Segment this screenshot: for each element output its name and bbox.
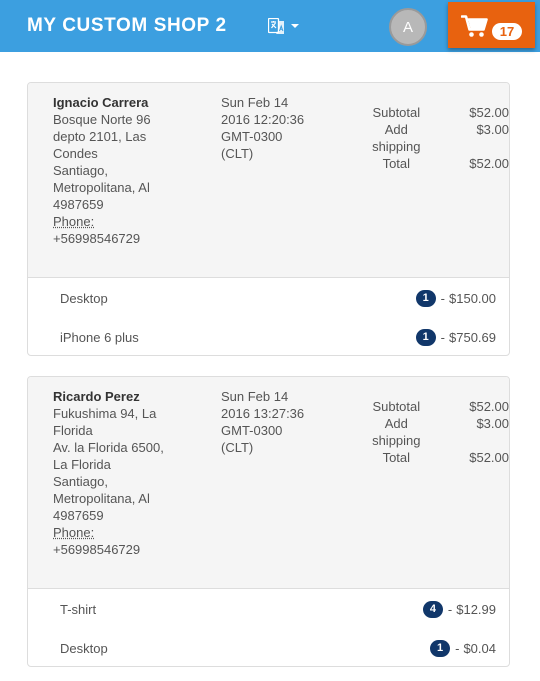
item-price: $0.04	[463, 641, 496, 656]
order-item: iPhone 6 plus 1 - $750.69	[28, 317, 509, 355]
user-avatar[interactable]: A	[389, 8, 427, 46]
total-value: $52.00	[469, 156, 509, 171]
item-price-group: 4 - $12.99	[422, 601, 496, 618]
date-line: GMT-0300	[221, 423, 283, 438]
address-line: Fukushima 94, La	[53, 406, 157, 421]
address-line: 4987659	[53, 508, 104, 523]
address-line: Metropolitana, Al	[53, 180, 150, 195]
phone-number: +56998546729	[53, 542, 141, 557]
date-line: GMT-0300	[221, 129, 283, 144]
order-item: T-shirt 4 - $12.99	[28, 589, 509, 628]
order-summary: Ricardo Perez Fukushima 94, La Florida A…	[28, 377, 509, 589]
address-line: 4987659	[53, 197, 104, 212]
quantity-badge: 4	[422, 601, 443, 618]
customer-address: Bosque Norte 96 depto 2101, Las Condes S…	[53, 111, 183, 247]
item-name: iPhone 6 plus	[60, 330, 139, 345]
total-row: Total $52.00	[368, 449, 509, 466]
shipping-row: Add shipping $3.00	[368, 415, 509, 449]
order-item: Desktop 1 - $150.00	[28, 278, 509, 317]
address-line: Santiago,	[53, 474, 108, 489]
order-date: Sun Feb 14 2016 13:27:36 GMT-0300 (CLT)	[221, 388, 331, 456]
order-date: Sun Feb 14 2016 12:20:36 GMT-0300 (CLT)	[221, 94, 331, 162]
total-row: Total $52.00	[368, 155, 509, 172]
quantity-badge: 1	[415, 290, 436, 307]
address-line: Florida	[53, 423, 93, 438]
total-value: $52.00	[469, 450, 509, 465]
order-item: Desktop 1 - $0.04	[28, 628, 509, 666]
quantity-badge: 1	[415, 329, 436, 346]
customer-name: Ignacio Carrera	[53, 95, 149, 110]
item-separator: -	[455, 641, 460, 656]
order-totals: Subtotal $52.00 Add shipping $3.00 Total…	[368, 104, 509, 172]
phone-label: Phone:	[53, 525, 95, 540]
subtotal-row: Subtotal $52.00	[368, 398, 509, 415]
date-line: Sun Feb 14	[221, 389, 289, 404]
item-price-group: 1 - $0.04	[430, 640, 496, 657]
subtotal-value: $52.00	[469, 105, 509, 120]
address-line: Condes	[53, 146, 98, 161]
shipping-label: Add shipping	[372, 122, 421, 154]
language-selector[interactable]	[268, 16, 299, 36]
item-price: $12.99	[456, 602, 496, 617]
chevron-down-icon	[291, 24, 299, 28]
phone-label: Phone:	[53, 214, 95, 229]
item-price: $750.69	[449, 330, 496, 345]
cart-button[interactable]: 17	[448, 2, 535, 48]
item-name: T-shirt	[60, 602, 97, 617]
item-name: Desktop	[60, 641, 108, 656]
address-line: Metropolitana, Al	[53, 491, 150, 506]
address-line: La Florida	[53, 457, 111, 472]
order-summary: Ignacio Carrera Bosque Norte 96 depto 21…	[28, 83, 509, 278]
language-icon	[268, 17, 284, 34]
date-line: Sun Feb 14	[221, 95, 289, 110]
cart-count-badge: 17	[492, 23, 522, 40]
item-separator: -	[447, 602, 453, 617]
order-totals: Subtotal $52.00 Add shipping $3.00 Total…	[368, 398, 509, 466]
shipping-value: $3.00	[476, 122, 509, 137]
total-label: Total	[382, 450, 411, 465]
subtotal-label: Subtotal	[372, 105, 421, 120]
item-separator: -	[440, 330, 445, 345]
shipping-label: Add shipping	[372, 416, 421, 448]
item-price-group: 1 - $750.69	[415, 329, 496, 346]
shipping-value: $3.00	[476, 416, 509, 431]
item-price: $150.00	[449, 291, 496, 306]
avatar-initial: A	[402, 18, 413, 36]
customer-address: Fukushima 94, La Florida Av. la Florida …	[53, 405, 183, 558]
subtotal-value: $52.00	[469, 399, 509, 414]
date-line: (CLT)	[221, 146, 254, 161]
address-line: Av. la Florida 6500,	[53, 440, 164, 455]
shop-title[interactable]: MY CUSTOM SHOP 2	[27, 15, 227, 37]
customer-name: Ricardo Perez	[53, 389, 140, 404]
date-line: 2016 13:27:36	[221, 406, 305, 421]
subtotal-label: Subtotal	[372, 399, 421, 414]
top-navbar: MY CUSTOM SHOP 2 A 17	[0, 0, 540, 52]
address-line: depto 2101, Las	[53, 129, 147, 144]
item-name: Desktop	[60, 291, 108, 306]
item-separator: -	[440, 291, 445, 306]
shipping-row: Add shipping $3.00	[368, 121, 509, 155]
shopping-cart-icon	[461, 15, 488, 37]
date-line: 2016 12:20:36	[221, 112, 305, 127]
address-line: Santiago,	[53, 163, 108, 178]
item-price-group: 1 - $150.00	[415, 290, 496, 307]
date-line: (CLT)	[221, 440, 254, 455]
order-card: Ricardo Perez Fukushima 94, La Florida A…	[27, 376, 510, 667]
quantity-badge: 1	[430, 640, 451, 657]
phone-number: +56998546729	[53, 231, 141, 246]
subtotal-row: Subtotal $52.00	[368, 104, 509, 121]
order-card: Ignacio Carrera Bosque Norte 96 depto 21…	[27, 82, 510, 356]
address-line: Bosque Norte 96	[53, 112, 151, 127]
total-label: Total	[382, 156, 411, 171]
